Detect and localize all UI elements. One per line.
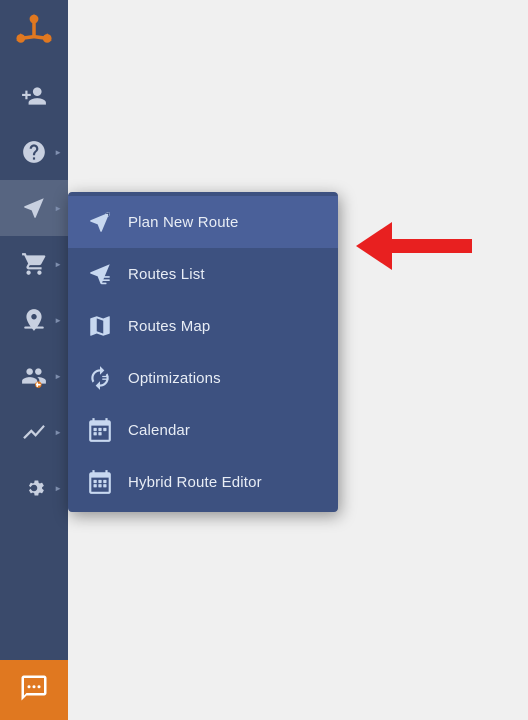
optimizations-icon — [84, 362, 116, 394]
routes-dropdown: Plan New Route Routes List Routes Map — [68, 192, 338, 512]
dropdown-item-routes-list[interactable]: Routes List — [68, 248, 338, 300]
arrow-head — [356, 222, 392, 270]
dropdown-item-calendar[interactable]: Calendar — [68, 404, 338, 456]
team-chevron: ► — [54, 372, 62, 381]
routes-chevron: ► — [54, 204, 62, 213]
routes-map-icon — [84, 310, 116, 342]
sidebar-item-settings[interactable]: ► — [0, 460, 68, 516]
sidebar-item-routes[interactable]: ► — [0, 180, 68, 236]
app-logo[interactable] — [0, 0, 68, 68]
analytics-chevron: ► — [54, 428, 62, 437]
plan-new-route-label: Plan New Route — [128, 214, 239, 231]
sidebar-item-team[interactable]: ► — [0, 348, 68, 404]
routes-map-label: Routes Map — [128, 318, 210, 335]
routes-icon — [20, 194, 48, 222]
sidebar-item-analytics[interactable]: ► — [0, 404, 68, 460]
sidebar-item-cart[interactable]: ► — [0, 236, 68, 292]
cart-chevron: ► — [54, 260, 62, 269]
hybrid-route-editor-icon — [84, 466, 116, 498]
optimizations-label: Optimizations — [128, 370, 221, 387]
sidebar-item-add-user[interactable] — [0, 68, 68, 124]
dropdown-item-hybrid-route-editor[interactable]: Hybrid Route Editor — [68, 456, 338, 508]
dropdown-item-optimizations[interactable]: Optimizations — [68, 352, 338, 404]
dropdown-item-routes-map[interactable]: Routes Map — [68, 300, 338, 352]
plan-new-route-icon — [84, 206, 116, 238]
team-icon — [20, 362, 48, 390]
calendar-icon — [84, 414, 116, 446]
red-arrow-indicator — [356, 222, 472, 270]
chat-button[interactable] — [0, 660, 68, 720]
hybrid-route-editor-label: Hybrid Route Editor — [128, 474, 262, 491]
dropdown-item-plan-new-route[interactable]: Plan New Route — [68, 196, 338, 248]
settings-icon — [20, 474, 48, 502]
settings-chevron: ► — [54, 484, 62, 493]
sidebar-item-help[interactable]: ► — [0, 124, 68, 180]
cart-icon — [20, 250, 48, 278]
sidebar: ► ► ► ► — [0, 0, 68, 720]
calendar-label: Calendar — [128, 422, 190, 439]
chat-icon — [19, 673, 49, 708]
help-chevron: ► — [54, 148, 62, 157]
arrow-body — [392, 239, 472, 253]
routes-list-label: Routes List — [128, 266, 205, 283]
analytics-icon — [20, 418, 48, 446]
sidebar-item-location[interactable]: ► — [0, 292, 68, 348]
location-chevron: ► — [54, 316, 62, 325]
add-user-icon — [20, 82, 48, 110]
routes-list-icon — [84, 258, 116, 290]
help-icon — [20, 138, 48, 166]
location-icon — [20, 306, 48, 334]
